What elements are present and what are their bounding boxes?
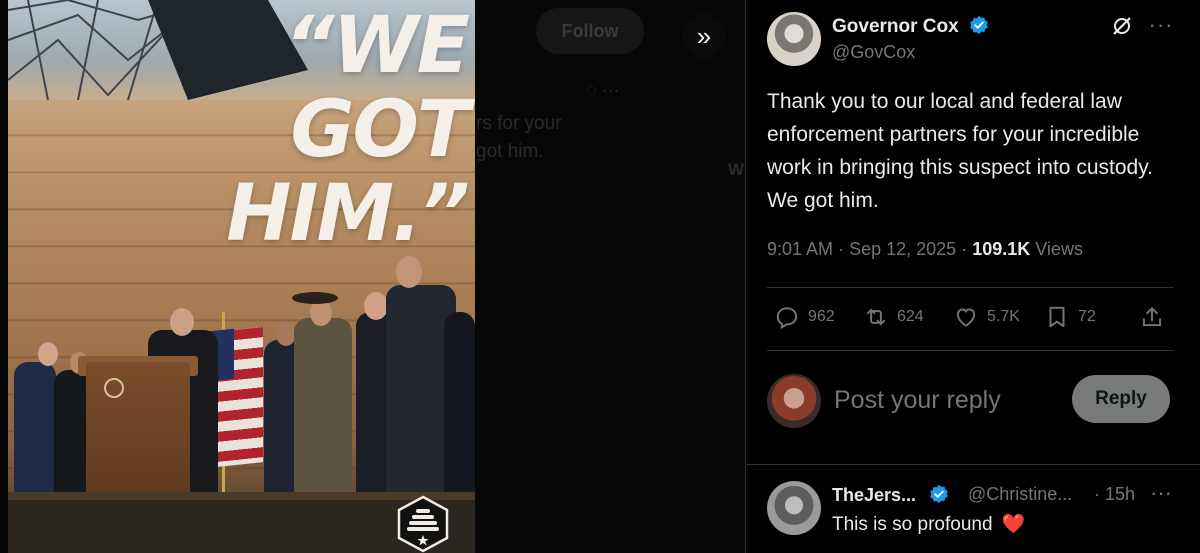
repost-count: 624 <box>897 308 924 325</box>
more-options-icon[interactable]: ··· <box>1146 10 1176 40</box>
bookmark-icon <box>1049 306 1065 328</box>
reply-text-body: This is so profound <box>832 514 993 535</box>
reply-time[interactable]: · 15h <box>1094 484 1135 505</box>
reply-action[interactable]: 962 <box>774 304 835 330</box>
reply-author-name-text[interactable]: TheJers... <box>832 485 916 505</box>
share-icon <box>1142 307 1162 327</box>
author-name-text[interactable]: Governor Cox <box>832 16 959 37</box>
tweet-metadata: 9:01 AM · Sep 12, 2025 · 109.1K Views <box>767 239 1083 260</box>
reply-more-options-icon[interactable]: ··· <box>1146 478 1176 508</box>
like-count: 5.7K <box>987 308 1020 325</box>
heart-icon <box>956 308 976 327</box>
person-head <box>38 342 58 366</box>
podium-seal <box>104 378 124 398</box>
bookmark-action[interactable]: 72 <box>1044 304 1096 330</box>
like-action[interactable]: 5.7K <box>953 304 1020 330</box>
share-action[interactable] <box>1139 304 1173 330</box>
dimmed-post-text-line-2: got him. <box>476 141 544 162</box>
author-handle[interactable]: @GovCox <box>832 42 915 63</box>
reply-button[interactable]: Reply <box>1072 375 1170 423</box>
person-head <box>364 292 388 320</box>
meta-separator: · <box>961 239 973 259</box>
dimmed-post-text: rs for your got him. <box>476 110 562 166</box>
verified-badge-icon <box>970 15 988 35</box>
author-avatar[interactable] <box>767 12 821 66</box>
person-silhouette <box>444 312 475 522</box>
tweet-detail-panel: Governor Cox @GovCox ··· Thank you to ou… <box>745 0 1200 553</box>
tweet-date[interactable]: Sep 12, 2025 <box>849 239 956 259</box>
repost-icon <box>866 308 886 326</box>
reply-author-handle[interactable]: @Christine... <box>968 484 1072 505</box>
next-media-button[interactable]: » <box>682 14 726 58</box>
reply-input[interactable] <box>834 378 1054 422</box>
dimmed-grok-icon: ◌ ··· <box>586 80 620 100</box>
repost-action[interactable]: 624 <box>863 304 924 330</box>
reply-author-avatar[interactable] <box>767 481 821 535</box>
person-head <box>276 322 296 346</box>
verified-badge-icon <box>930 484 948 504</box>
person-head <box>170 308 194 336</box>
reply-icon <box>776 307 798 330</box>
meta-separator: · <box>838 239 850 259</box>
divider <box>746 464 1200 465</box>
tweet-media-image[interactable]: “WE GOT HIM.” <box>8 0 475 553</box>
dimmed-follow-button: Follow <box>536 8 644 54</box>
tweet-actions-bar: 962 624 5.7K 72 <box>767 288 1182 350</box>
author-name[interactable]: Governor Cox <box>832 15 989 38</box>
tweet-time[interactable]: 9:01 AM <box>767 239 833 259</box>
cowboy-hat <box>292 292 338 304</box>
media-viewer: Follow ◌ ··· rs for your got him. W “WE … <box>0 0 745 553</box>
dimmed-side-glyph: W <box>728 160 745 179</box>
divider <box>767 350 1174 351</box>
reply-count: 962 <box>808 308 835 325</box>
image-headline-text: “WE GOT HIM.” <box>226 1 470 259</box>
grok-glyph <box>1113 17 1131 35</box>
views-label: Views <box>1035 239 1083 259</box>
reply-author-name[interactable]: TheJers... <box>832 484 949 506</box>
grok-icon[interactable] <box>1110 14 1134 38</box>
dimmed-post-text-line-1: rs for your <box>476 113 562 134</box>
current-user-avatar[interactable] <box>767 374 821 428</box>
views-count[interactable]: 109.1K <box>972 239 1030 259</box>
red-heart-emoji: ❤️ <box>1001 514 1026 535</box>
reply-text: This is so profound ❤️ <box>832 512 1025 536</box>
double-chevron-right-icon: » <box>696 20 712 51</box>
bookmark-count: 72 <box>1078 308 1096 325</box>
person-silhouette <box>14 362 56 512</box>
person-head <box>396 256 422 288</box>
tweet-text: Thank you to our local and federal law e… <box>767 90 1153 212</box>
beehive-logo-icon <box>397 495 449 553</box>
